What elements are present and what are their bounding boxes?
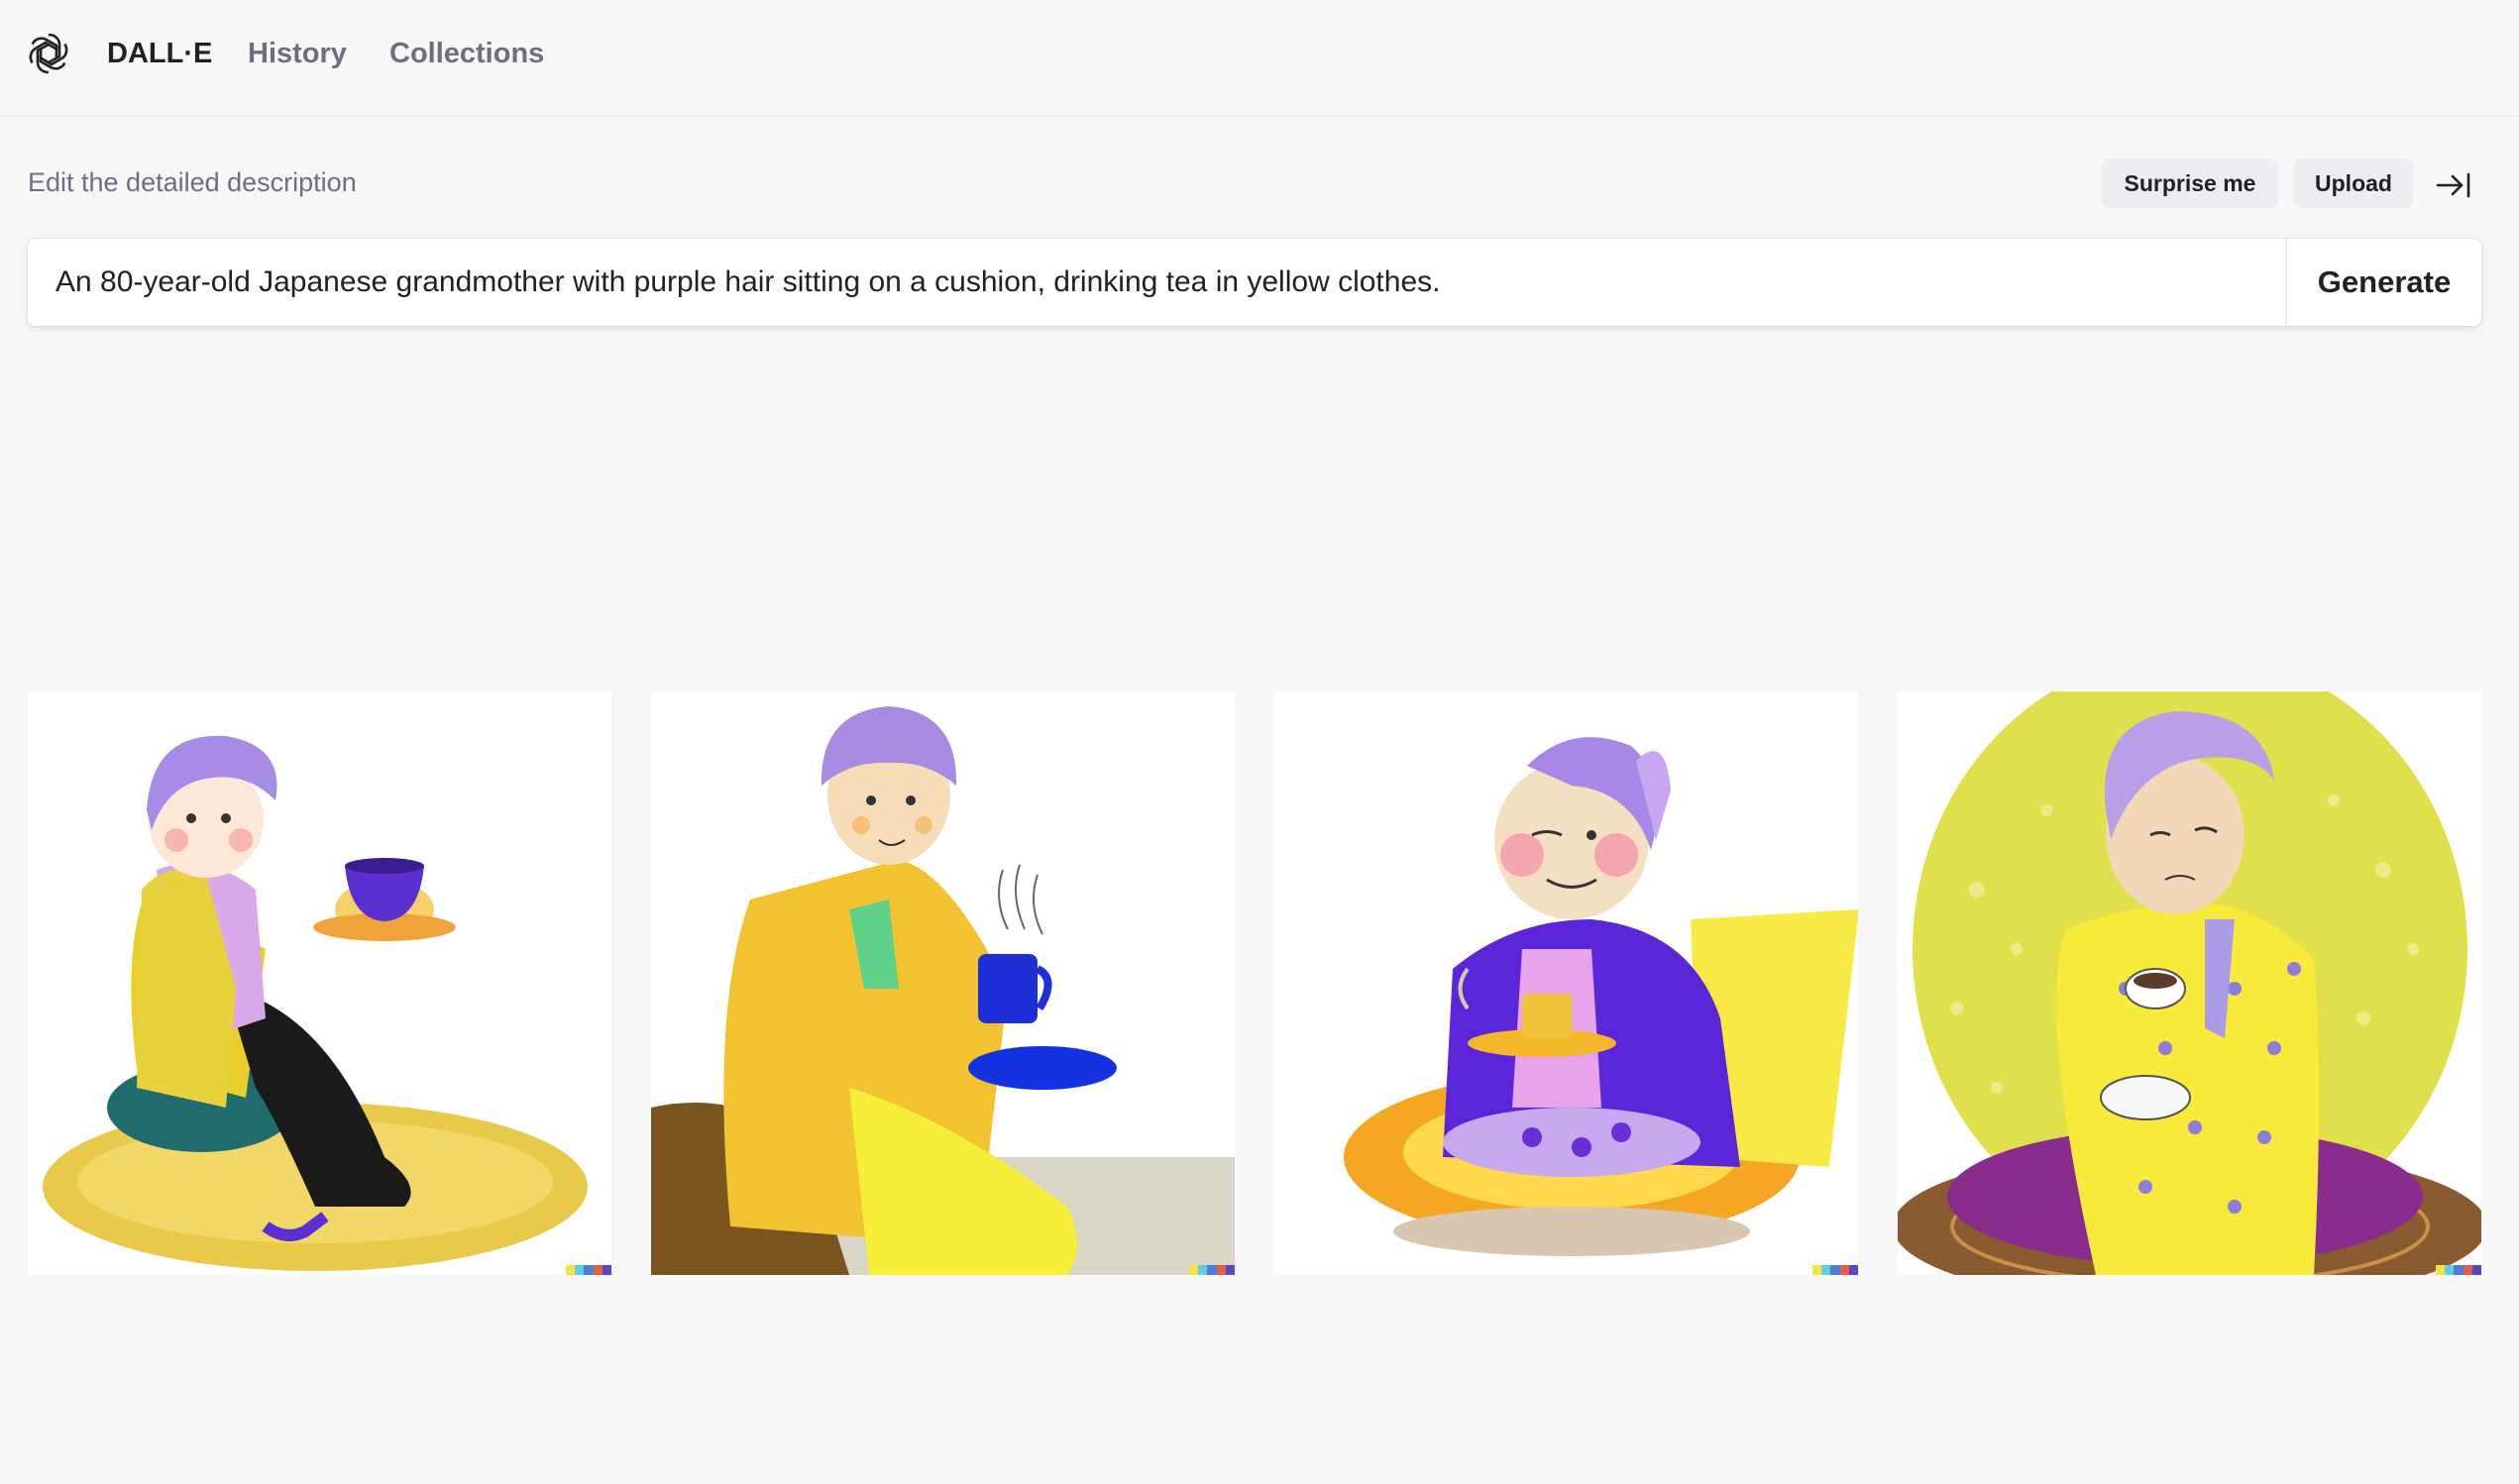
result-image-3[interactable] (1274, 691, 1858, 1275)
prompt-bar: Generate (28, 239, 2481, 326)
top-navigation-bar: DALL·E History Collections (0, 0, 2519, 117)
edit-description-label: Edit the detailed description (28, 167, 357, 197)
result-illustration (651, 691, 1235, 1275)
openai-logo-icon[interactable] (26, 31, 71, 76)
prompt-input[interactable] (28, 239, 2285, 326)
signature-strip (2436, 1265, 2481, 1275)
generate-button[interactable]: Generate (2287, 239, 2481, 326)
signature-strip (566, 1265, 611, 1275)
result-illustration (1898, 691, 2481, 1275)
result-image-4[interactable] (1898, 691, 2481, 1275)
nav-collections[interactable]: Collections (389, 34, 544, 73)
result-illustration (1274, 691, 1858, 1275)
result-illustration (28, 691, 611, 1275)
signature-strip (1189, 1265, 1235, 1275)
nav-history[interactable]: History (248, 34, 347, 73)
nav-dalle-home[interactable]: DALL·E (107, 34, 212, 73)
upload-button[interactable]: Upload (2294, 159, 2413, 208)
collapse-sidebar-icon[interactable] (2434, 165, 2473, 205)
result-image-1[interactable] (28, 691, 611, 1275)
result-image-2[interactable] (651, 691, 1235, 1275)
surprise-me-button[interactable]: Surprise me (2102, 159, 2278, 208)
signature-strip (1812, 1265, 1858, 1275)
